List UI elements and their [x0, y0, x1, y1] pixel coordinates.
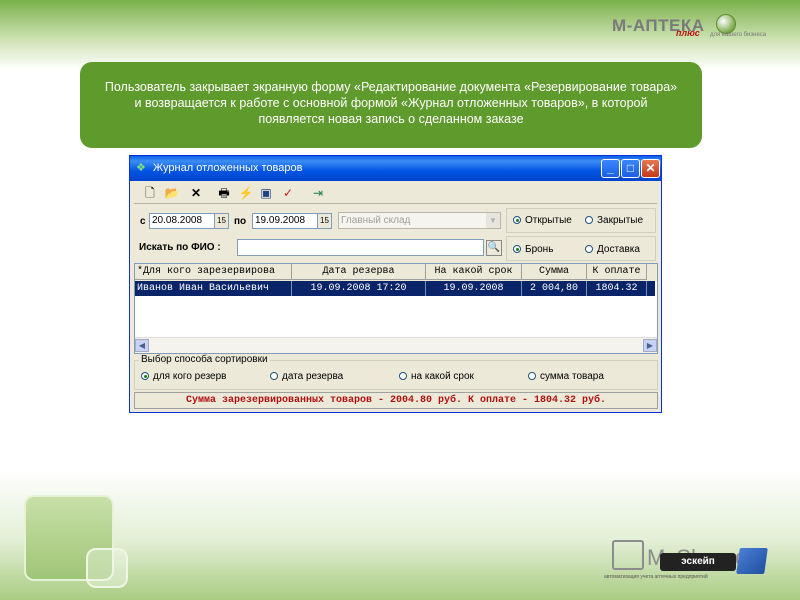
table-row[interactable]: Иванов Иван Васильевич 19.09.2008 17:20 … [135, 281, 655, 296]
sort-by-term-radio[interactable]: на какой срок [399, 371, 474, 382]
open-icon[interactable]: 📂 [164, 185, 180, 201]
column-header[interactable]: На какой срок [426, 264, 522, 280]
journal-window: ❖ Журнал отложенных товаров _ □ ✕ 🗋 📂 ✕ … [129, 155, 662, 413]
sort-by-sum-radio[interactable]: сумма товара [528, 371, 604, 382]
from-label: с [140, 216, 146, 227]
sort-by-name-radio[interactable]: для кого резерв [141, 371, 227, 382]
type-reserve-radio[interactable]: Бронь [513, 244, 553, 255]
window-titlebar[interactable]: ❖ Журнал отложенных товаров _ □ ✕ [130, 156, 661, 181]
radio-dot [528, 372, 536, 381]
radio-dot [270, 372, 278, 381]
logo-ball-icon [716, 14, 736, 34]
status-open-label: Открытые [525, 215, 572, 226]
date-to-field[interactable]: 19.09.2008 15 [252, 213, 332, 229]
search-icon[interactable]: 🔍 [486, 240, 502, 256]
status-closed-radio[interactable]: Закрытые [585, 215, 643, 226]
cell-sum: 2 004,80 [522, 281, 587, 296]
type-delivery-radio[interactable]: Доставка [585, 244, 640, 255]
sort-by-date-label: дата резерва [282, 371, 344, 382]
chevron-down-icon[interactable]: ▼ [486, 213, 500, 228]
cell-date: 19.09.2008 17:20 [292, 281, 426, 296]
search-label: Искать по ФИО : [139, 242, 221, 253]
radio-dot [141, 372, 149, 381]
eskeyp-logo: эскейп [660, 553, 736, 571]
window-title: Журнал отложенных товаров [153, 162, 303, 174]
date-from-field[interactable]: 20.08.2008 15 [149, 213, 229, 229]
date-to-value: 19.09.2008 [255, 215, 306, 226]
delete-icon[interactable]: ✕ [188, 185, 204, 201]
new-icon[interactable]: 🗋 [142, 185, 158, 201]
to-label: по [234, 216, 247, 227]
type-reserve-label: Бронь [525, 244, 554, 255]
logo-plus-text: плюс [676, 28, 700, 38]
reservations-table: *Для кого зарезервирова Дата резерва На … [134, 263, 658, 354]
sort-options-group: Выбор способа сортировки для кого резерв… [134, 354, 658, 390]
sort-by-term-label: на какой срок [411, 371, 474, 382]
column-header[interactable]: *Для кого зарезервирова [135, 264, 292, 280]
column-header[interactable]: К оплате [587, 264, 647, 280]
warehouse-select[interactable]: Главный склад ▼ [338, 212, 501, 229]
status-radio-group: Открытые Закрытые [506, 208, 656, 233]
sort-legend: Выбор способа сортировки [139, 354, 270, 365]
search-fio-input[interactable] [237, 239, 484, 256]
sort-by-date-radio[interactable]: дата резерва [270, 371, 343, 382]
toolbar: 🗋 📂 ✕ 🖶 ⚡ ▣ ✓ ⇥ [134, 183, 657, 204]
check-icon[interactable]: ✓ [280, 185, 296, 201]
type-radio-group: Бронь Доставка [506, 236, 656, 261]
type-delivery-label: Доставка [597, 244, 640, 255]
sort-by-sum-label: сумма товара [540, 371, 604, 382]
print-icon[interactable]: 🖶 [216, 185, 232, 201]
logo-tagline: для вашего бизнеса [710, 32, 767, 38]
close-button[interactable]: ✕ [641, 159, 660, 178]
column-header[interactable]: Сумма [522, 264, 587, 280]
scroll-right-icon[interactable]: ▶ [643, 339, 657, 352]
cell-to-pay: 1804.32 [587, 281, 647, 296]
date-from-value: 20.08.2008 [152, 215, 203, 226]
cell-term: 19.09.2008 [426, 281, 522, 296]
save-icon[interactable]: ▣ [258, 185, 274, 201]
radio-dot [399, 372, 407, 381]
radio-dot [585, 216, 593, 225]
status-open-radio[interactable]: Открытые [513, 215, 572, 226]
column-header[interactable]: Дата резерва [292, 264, 426, 280]
myshared-logo-icon [612, 540, 644, 570]
maximize-button[interactable]: □ [621, 159, 640, 178]
lightning-icon[interactable]: ⚡ [238, 185, 254, 201]
eskeyp-tagline: автоматизация учета аптечных предприятий [604, 574, 708, 580]
decorative-square [86, 548, 128, 588]
description-banner: Пользователь закрывает экранную форму «Р… [80, 62, 702, 148]
radio-dot [513, 245, 521, 254]
summary-bar: Сумма зарезервированных товаров - 2004.8… [134, 392, 658, 409]
exit-icon[interactable]: ⇥ [310, 185, 326, 201]
warehouse-value: Главный склад [341, 215, 411, 226]
table-header: *Для кого зарезервирова Дата резерва На … [135, 264, 657, 281]
scroll-left-icon[interactable]: ◀ [135, 339, 149, 352]
eskeyp-cube-icon [736, 548, 768, 574]
radio-dot [585, 245, 593, 254]
status-closed-label: Закрытые [597, 215, 644, 226]
calendar-icon[interactable]: 15 [317, 214, 331, 228]
horizontal-scrollbar[interactable]: ◀ ▶ [135, 337, 657, 353]
minimize-button[interactable]: _ [601, 159, 620, 178]
m-apteka-logo: M-АПТЕКА плюс для вашего бизнеса [612, 14, 772, 46]
sort-by-name-label: для кого резерв [153, 371, 227, 382]
app-icon: ❖ [136, 162, 146, 174]
cell-name: Иванов Иван Васильевич [135, 281, 292, 296]
radio-dot [513, 216, 521, 225]
calendar-icon[interactable]: 15 [214, 214, 228, 228]
